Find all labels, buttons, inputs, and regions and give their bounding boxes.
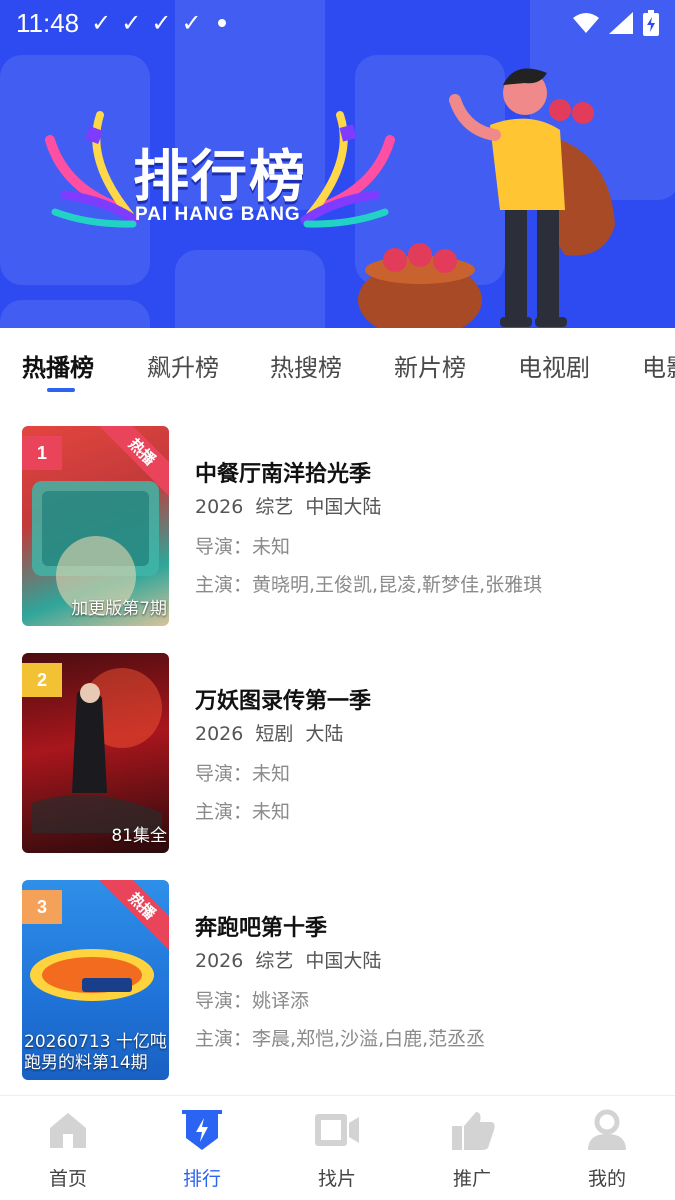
item-year: 2026 (195, 496, 244, 518)
hero-banner: 11:48 ✓ ✓ ✓ ✓ 排行榜 PAI HANG BANG (0, 0, 675, 328)
poster-caption: 81集全 (111, 826, 167, 846)
nav-label: 找片 (317, 1168, 356, 1190)
wifi-icon (573, 13, 599, 33)
list-item[interactable]: 3 热播 20260713 十亿吨跑男的料第14期 奔跑吧第十季 2026 综艺中… (0, 880, 675, 1080)
ranking-tabs: 热播榜 飙升榜 热搜榜 新片榜 电视剧 电影 (0, 328, 675, 404)
status-icons (573, 10, 659, 36)
hero-subtitle: PAI HANG BANG (135, 204, 301, 225)
item-director: 导演：未知 (195, 536, 291, 558)
nav-promote[interactable]: 推广 (422, 1108, 522, 1198)
item-meta: 2026 综艺 中国大陆 (195, 946, 665, 986)
poster-image[interactable]: 1 热播 加更版第7期 (22, 426, 169, 626)
nav-label: 首页 (48, 1168, 87, 1190)
home-icon (50, 1113, 86, 1148)
item-genre: 短剧 (255, 723, 294, 745)
item-region: 大陆 (305, 723, 344, 745)
item-region: 中国大陆 (305, 950, 382, 972)
tab-tv-series[interactable]: 电视剧 (518, 348, 590, 383)
item-cast: 主演：李晨,郑恺,沙溢,白鹿,范丞丞 (195, 1028, 486, 1050)
notification-dot-icon (217, 19, 226, 27)
rank-badge: 3 (22, 890, 62, 924)
item-info: 奔跑吧第十季 2026 综艺 中国大陆 导演：姚译添 主演：李晨,郑恺,沙溢,白鹿,… (195, 910, 665, 1062)
item-info: 中餐厅南洋拾光季 2026 综艺 中国大陆 导演：未知 主演：黄晓明,王俊凯,昆凌,… (195, 456, 665, 608)
thumbs-up-icon (452, 1112, 495, 1150)
nav-label: 推广 (452, 1168, 491, 1190)
item-title[interactable]: 奔跑吧第十季 (195, 910, 665, 946)
user-icon (588, 1109, 626, 1150)
battery-charging-icon (643, 10, 659, 36)
download-done-icon: ✓ (151, 9, 172, 37)
download-done-icon: ✓ (121, 9, 142, 37)
item-director: 导演：未知 (195, 763, 291, 785)
item-director: 导演：姚译添 (195, 990, 310, 1012)
poster-image[interactable]: 2 81集全 (22, 653, 169, 853)
tab-rising[interactable]: 飙升榜 (147, 348, 219, 383)
nav-find[interactable]: 找片 (287, 1108, 387, 1198)
character-illustration (358, 68, 615, 328)
download-done-icon: ✓ (91, 9, 112, 37)
hero-title: 排行榜 (133, 145, 307, 210)
hero-title-art: 排行榜 PAI HANG BANG (45, 100, 395, 240)
bg-tile (0, 300, 150, 328)
item-cast: 主演：未知 (195, 801, 291, 823)
tab-hot-search[interactable]: 热搜榜 (270, 348, 342, 383)
bottom-navigation: 首页 排行 找片 推广 我的 (0, 1095, 675, 1200)
status-bar: 11:48 ✓ ✓ ✓ ✓ (0, 0, 675, 46)
item-cast: 主演：黄晓明,王俊凯,昆凌,靳梦佳,张雅琪 (195, 574, 543, 596)
item-region: 中国大陆 (305, 496, 382, 518)
item-genre: 综艺 (255, 950, 294, 972)
poster-image[interactable]: 3 热播 20260713 十亿吨跑男的料第14期 (22, 880, 169, 1080)
active-tab-indicator (47, 388, 75, 392)
item-meta: 2026 综艺 中国大陆 (195, 492, 665, 532)
rank-badge: 2 (22, 663, 62, 697)
ranking-icon (182, 1110, 222, 1150)
item-meta: 2026 短剧 大陆 (195, 719, 665, 759)
bg-tile (175, 250, 325, 328)
nav-label: 我的 (587, 1168, 626, 1190)
tab-hot-play[interactable]: 热播榜 (22, 348, 94, 383)
rank-badge: 1 (22, 436, 62, 470)
item-genre: 综艺 (255, 496, 294, 518)
download-done-icon: ✓ (181, 9, 202, 37)
poster-caption: 20260713 十亿吨跑男的料第14期 (24, 1032, 167, 1073)
item-title[interactable]: 万妖图录传第一季 (195, 683, 665, 719)
list-item[interactable]: 1 热播 加更版第7期 中餐厅南洋拾光季 2026 综艺 中国大陆 导演：未知 主演… (0, 426, 675, 626)
item-title[interactable]: 中餐厅南洋拾光季 (195, 456, 665, 492)
nav-home[interactable]: 首页 (18, 1108, 118, 1198)
nav-ranking[interactable]: 排行 (152, 1108, 252, 1198)
tab-movie[interactable]: 电影 (642, 348, 675, 383)
signal-icon (609, 12, 633, 34)
status-time: 11:48 (16, 7, 80, 38)
item-info: 万妖图录传第一季 2026 短剧 大陆 导演：未知 主演：未知 (195, 683, 665, 835)
video-camera-icon (315, 1114, 359, 1146)
poster-caption: 加更版第7期 (71, 599, 167, 619)
list-item[interactable]: 2 81集全 万妖图录传第一季 2026 短剧 大陆 导演：未知 主演：未知 (0, 653, 675, 853)
nav-label: 排行 (182, 1168, 221, 1190)
nav-profile[interactable]: 我的 (557, 1108, 657, 1198)
item-year: 2026 (195, 723, 244, 745)
tab-new-release[interactable]: 新片榜 (394, 348, 466, 383)
item-year: 2026 (195, 950, 244, 972)
